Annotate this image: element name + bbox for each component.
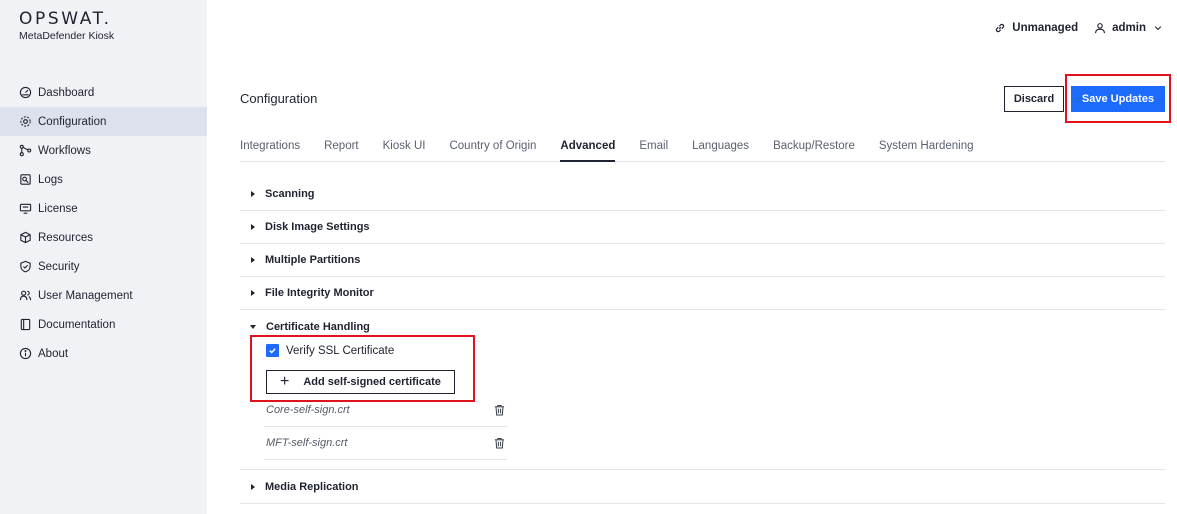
sidebar-item-label: Dashboard <box>38 86 95 99</box>
tab-advanced[interactable]: Advanced <box>560 140 616 162</box>
section-label: Certificate Handling <box>266 320 370 333</box>
certificate-name: Core-self-sign.crt <box>266 404 350 416</box>
topbar: Unmanaged admin <box>994 22 1163 34</box>
logs-icon <box>19 173 32 186</box>
workflow-icon <box>19 144 32 157</box>
tab-system-hardening[interactable]: System Hardening <box>879 140 974 162</box>
management-status-label: Unmanaged <box>1012 22 1079 34</box>
sidebar-item-dashboard[interactable]: Dashboard <box>0 78 207 107</box>
tab-report[interactable]: Report <box>324 140 359 162</box>
section-label: Scanning <box>265 188 315 200</box>
certificate-row: MFT-self-sign.crt <box>264 427 507 460</box>
cube-icon <box>19 231 32 244</box>
sidebar-item-label: Resources <box>38 231 93 244</box>
sidebar-item-user-management[interactable]: User Management <box>0 281 207 310</box>
sidebar-item-license[interactable]: License <box>0 194 207 223</box>
caret-right-icon <box>251 224 255 230</box>
product-name: MetaDefender Kiosk <box>19 30 115 42</box>
section-label: Multiple Partitions <box>265 254 361 266</box>
sidebar-item-security[interactable]: Security <box>0 252 207 281</box>
caret-right-icon <box>251 191 255 197</box>
sidebar-item-workflows[interactable]: Workflows <box>0 136 207 165</box>
sidebar-item-logs[interactable]: Logs <box>0 165 207 194</box>
users-icon <box>19 289 32 302</box>
dashboard-icon <box>19 86 32 99</box>
caret-right-icon <box>251 290 255 296</box>
certificate-name: MFT-self-sign.crt <box>266 437 348 449</box>
highlight-box-save <box>1065 74 1171 123</box>
sidebar-item-label: Security <box>38 260 80 273</box>
chevron-down-icon <box>1154 26 1162 31</box>
section-disk-image-settings[interactable]: Disk Image Settings <box>240 211 1165 244</box>
sidebar-item-label: License <box>38 202 78 215</box>
sidebar: OPSWAT. MetaDefender Kiosk Dashboard Con… <box>0 0 207 514</box>
management-status[interactable]: Unmanaged <box>994 22 1078 34</box>
section-label: File Integrity Monitor <box>265 287 374 299</box>
sidebar-item-configuration[interactable]: Configuration <box>0 107 207 136</box>
section-multiple-partitions[interactable]: Multiple Partitions <box>240 244 1165 277</box>
caret-right-icon <box>251 257 255 263</box>
info-icon <box>19 347 32 360</box>
config-tabs: Integrations Report Kiosk UI Country of … <box>240 140 1165 162</box>
sidebar-item-label: Workflows <box>38 144 91 157</box>
sidebar-nav: Dashboard Configuration Workflows Logs L… <box>0 78 207 368</box>
sidebar-item-resources[interactable]: Resources <box>0 223 207 252</box>
section-file-integrity-monitor[interactable]: File Integrity Monitor <box>240 277 1165 310</box>
shield-icon <box>19 260 32 273</box>
book-icon <box>19 318 32 331</box>
logo: OPSWAT. MetaDefender Kiosk <box>19 9 114 42</box>
section-label: Media Replication <box>265 481 359 493</box>
highlight-box-certificate <box>250 335 475 402</box>
sidebar-item-documentation[interactable]: Documentation <box>0 310 207 339</box>
discard-button[interactable]: Discard <box>1004 86 1064 112</box>
tab-email[interactable]: Email <box>639 140 668 162</box>
trash-icon[interactable] <box>494 437 505 449</box>
link-icon <box>996 23 1005 33</box>
tab-country-of-origin[interactable]: Country of Origin <box>449 140 536 162</box>
sidebar-item-label: Logs <box>38 173 63 186</box>
user-menu[interactable]: admin <box>1094 22 1163 34</box>
caret-down-icon <box>250 324 256 329</box>
sidebar-item-about[interactable]: About <box>0 339 207 368</box>
certificate-row: Core-self-sign.crt <box>264 394 507 427</box>
section-label: Disk Image Settings <box>265 221 370 233</box>
trash-icon[interactable] <box>494 404 505 416</box>
sidebar-item-label: Configuration <box>38 115 107 128</box>
sidebar-item-label: Documentation <box>38 318 116 331</box>
tab-integrations[interactable]: Integrations <box>240 140 300 162</box>
section-media-replication[interactable]: Media Replication <box>240 471 1165 504</box>
tab-kiosk-ui[interactable]: Kiosk UI <box>383 140 426 162</box>
page-title: Configuration <box>240 91 318 106</box>
section-scanning[interactable]: Scanning <box>240 178 1165 211</box>
section-divider <box>240 469 1165 470</box>
user-name: admin <box>1112 22 1146 34</box>
tab-languages[interactable]: Languages <box>692 140 749 162</box>
gear-icon <box>19 115 32 128</box>
caret-right-icon <box>251 484 255 490</box>
license-icon <box>19 202 32 215</box>
user-icon <box>1095 23 1106 34</box>
tab-backup-restore[interactable]: Backup/Restore <box>773 140 855 162</box>
sidebar-item-label: About <box>38 347 69 360</box>
brand-logo: OPSWAT. <box>19 9 112 29</box>
sidebar-item-label: User Management <box>38 289 133 302</box>
